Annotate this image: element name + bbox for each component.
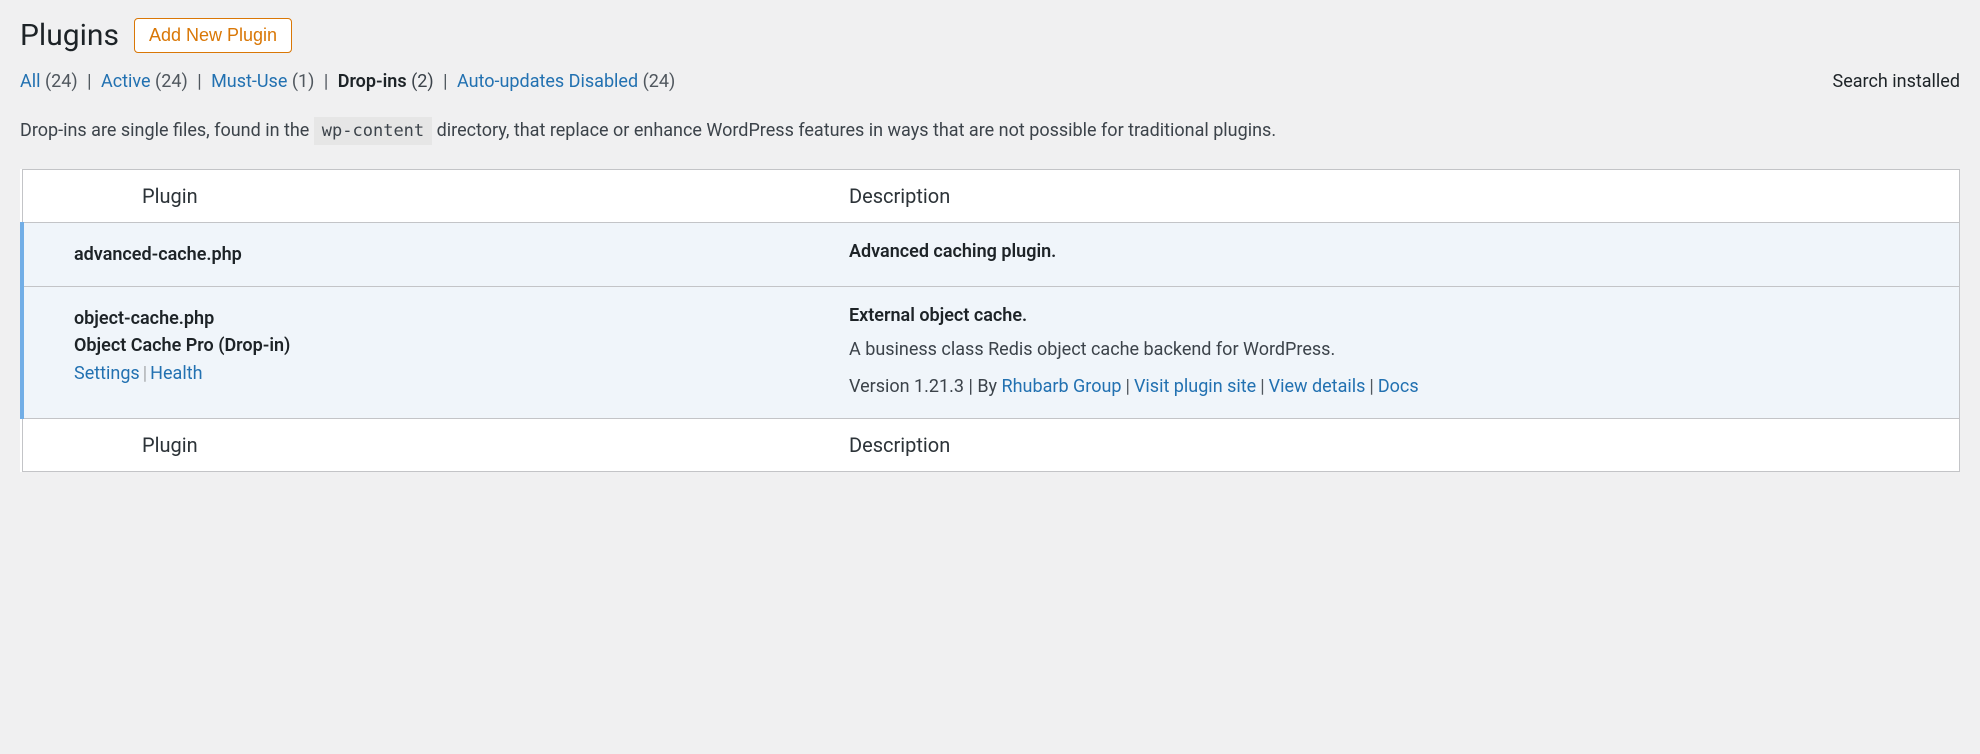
row-check-cell: [22, 223, 62, 287]
plugin-desc-cell: Advanced caching plugin.: [837, 223, 1960, 287]
plugin-name-cell: advanced-cache.php: [62, 223, 837, 287]
col-plugin-foot: Plugin: [62, 419, 837, 472]
plugin-desc-cell: External object cache. A business class R…: [837, 287, 1960, 419]
filter-active-count: (24): [155, 71, 188, 92]
filter-row: All (24) | Active (24) | Must-Use (1) | …: [20, 71, 1960, 92]
col-plugin-head: Plugin: [62, 170, 837, 223]
filter-active-link[interactable]: Active: [101, 71, 151, 92]
plugin-name-text: object-cache.php: [74, 308, 214, 329]
row-action-link[interactable]: Health: [150, 363, 202, 384]
search-installed-label[interactable]: Search installed: [1833, 71, 1961, 92]
page-title: Plugins: [20, 18, 119, 53]
plugins-table: Plugin Description advanced-cache.php Adv…: [20, 169, 1960, 472]
row-check-cell: [22, 287, 62, 419]
col-check-head: [22, 170, 62, 223]
plugin-meta: Version 1.21.3 | By Rhubarb Group|Visit …: [849, 373, 1947, 400]
table-row: advanced-cache.php Advanced caching plugi…: [22, 223, 1960, 287]
plugin-name-text: Object Cache Pro (Drop-in): [74, 335, 290, 356]
col-check-foot: [22, 419, 62, 472]
col-desc-head: Description: [837, 170, 1960, 223]
filter-all-count: (24): [45, 71, 78, 92]
filter-all-link[interactable]: All: [20, 71, 41, 92]
filter-autoupdates-count: (24): [643, 71, 676, 92]
plugin-name-text: advanced-cache.php: [74, 244, 242, 265]
add-new-plugin-button[interactable]: Add New Plugin: [134, 18, 292, 53]
col-desc-foot: Description: [837, 419, 1960, 472]
meta-link[interactable]: Rhubarb Group: [1002, 376, 1122, 397]
desc-title: Advanced caching plugin.: [849, 241, 1056, 262]
plugin-filters: All (24) | Active (24) | Must-Use (1) | …: [20, 71, 675, 92]
page-header: Plugins Add New Plugin: [20, 18, 1960, 53]
dropins-description: Drop-ins are single files, found in the …: [20, 120, 1960, 141]
filter-dropins-current: Drop-ins (2): [338, 71, 438, 92]
desc-paragraph: A business class Redis object cache back…: [849, 336, 1947, 363]
meta-link[interactable]: View details: [1269, 376, 1366, 397]
filter-autoupdates-link[interactable]: Auto-updates Disabled: [457, 71, 638, 92]
row-actions: Settings|Health: [74, 363, 825, 384]
desc-title: External object cache.: [849, 305, 1027, 326]
filter-mustuse-count: (1): [292, 71, 315, 92]
plugin-name-cell: object-cache.php Object Cache Pro (Drop-i…: [62, 287, 837, 419]
meta-link[interactable]: Visit plugin site: [1134, 376, 1256, 397]
row-action-link[interactable]: Settings: [74, 363, 140, 384]
meta-link[interactable]: Docs: [1378, 376, 1419, 397]
code-wp-content: wp-content: [314, 117, 432, 145]
filter-mustuse-link[interactable]: Must-Use: [211, 71, 287, 92]
table-row: object-cache.php Object Cache Pro (Drop-i…: [22, 287, 1960, 419]
